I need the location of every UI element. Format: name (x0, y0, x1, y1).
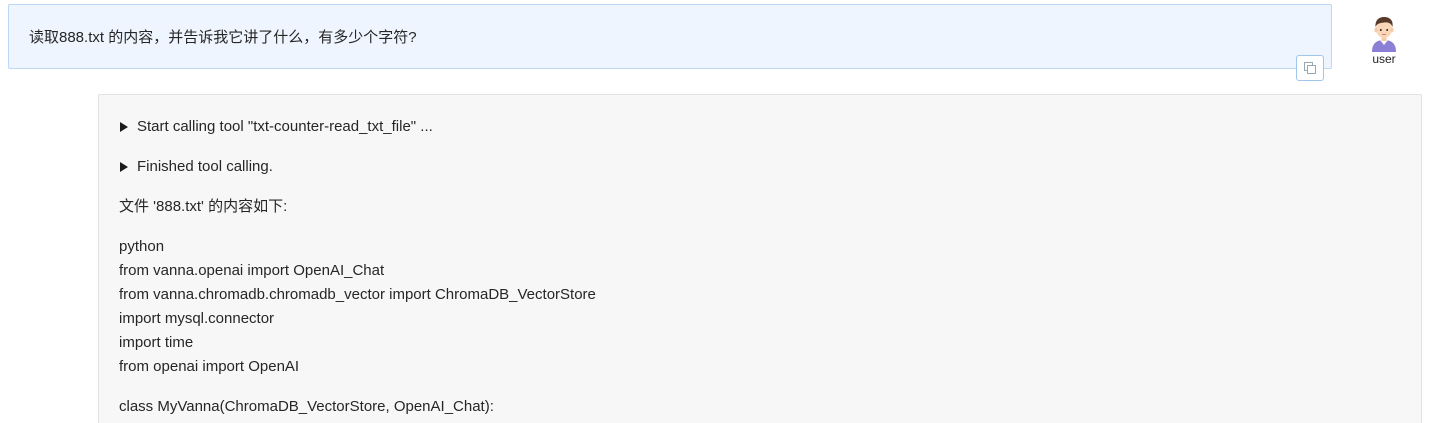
copy-icon (1304, 62, 1316, 74)
assistant-message-panel: Start calling tool "txt-counter-read_txt… (98, 94, 1422, 423)
triangle-right-icon (120, 122, 128, 132)
file-content-block: python from vanna.openai import OpenAI_C… (119, 235, 1401, 379)
file-content-line: python (119, 238, 165, 255)
class-definition-line: class MyVanna(ChromaDB_VectorStore, Open… (119, 398, 494, 415)
user-message-text: 读取888.txt 的内容，并告诉我它讲了什么，有多少个字符? (29, 29, 417, 46)
tool-call-finished-toggle[interactable]: Finished tool calling. (119, 155, 1401, 179)
tool-call-start-toggle[interactable]: Start calling tool "txt-counter-read_txt… (119, 115, 1401, 139)
chat-page: 读取888.txt 的内容，并告诉我它讲了什么，有多少个字符? user Sta… (0, 0, 1431, 423)
file-content-line: import mysql.connector (119, 310, 275, 327)
copy-button[interactable] (1296, 55, 1324, 81)
assistant-intro-text: 文件 '888.txt' 的内容如下: (119, 198, 288, 215)
user-avatar-block: user (1358, 12, 1410, 72)
user-message-bubble: 读取888.txt 的内容，并告诉我它讲了什么，有多少个字符? (8, 4, 1332, 69)
user-label: user (1372, 52, 1396, 66)
user-avatar-icon (1372, 17, 1396, 52)
file-content-line: import time (119, 334, 194, 351)
file-content-line: from vanna.openai import OpenAI_Chat (119, 262, 385, 279)
file-content-line: from openai import OpenAI (119, 358, 300, 375)
tool-call-finished-label: Finished tool calling. (137, 158, 273, 175)
file-content-line: from vanna.chromadb.chromadb_vector impo… (119, 286, 596, 303)
tool-call-start-label: Start calling tool "txt-counter-read_txt… (137, 118, 433, 135)
triangle-right-icon (120, 162, 128, 172)
assistant-message-content: Start calling tool "txt-counter-read_txt… (119, 115, 1401, 423)
